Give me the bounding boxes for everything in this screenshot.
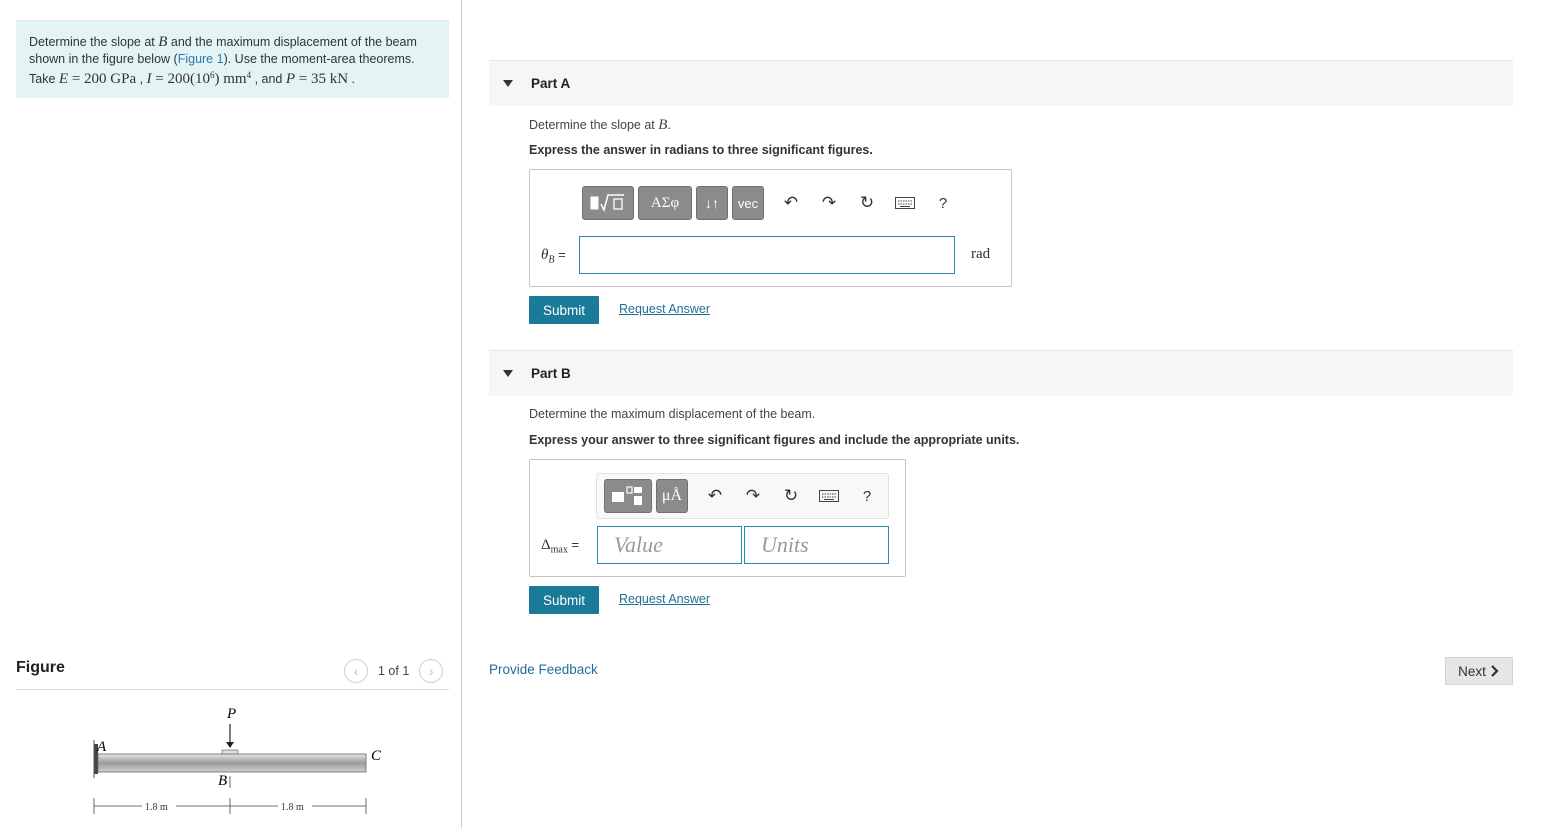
- beam: [97, 753, 367, 773]
- problem-statement: Determine the slope at B and the maximum…: [16, 20, 449, 98]
- part-b-header[interactable]: Part B: [489, 350, 1513, 396]
- figure-title: Figure: [16, 659, 65, 676]
- help-icon[interactable]: ?: [852, 481, 882, 511]
- part-a-answer-box: ΑΣφ ↓↑ vec ↶ ↷ ↻ ? θB = rad: [529, 169, 1012, 287]
- problem-line-3: Take E = 200 GPa , I = 200(106) mm4 , an…: [29, 70, 356, 88]
- chevron-right-icon[interactable]: ›: [419, 659, 444, 683]
- label-A: A: [96, 739, 107, 755]
- provide-feedback-link[interactable]: Provide Feedback: [489, 662, 598, 677]
- label-P: P: [226, 706, 236, 722]
- part-b-submit-button[interactable]: Submit: [529, 586, 599, 614]
- figure-divider: [16, 689, 449, 690]
- part-a-request-answer-link[interactable]: Request Answer: [619, 302, 710, 316]
- undo-icon[interactable]: ↶: [776, 188, 806, 218]
- chevron-right-icon: [1491, 665, 1499, 677]
- value-units-template-icon[interactable]: [604, 479, 652, 513]
- column-divider: [461, 0, 462, 828]
- redo-icon[interactable]: ↷: [814, 188, 844, 218]
- slope-answer-input[interactable]: [579, 236, 955, 274]
- next-button[interactable]: Next: [1445, 657, 1513, 685]
- beam-figure: P A B C 1.8 m 1.8 m: [93, 706, 382, 814]
- vector-button[interactable]: vec: [732, 186, 764, 220]
- sub-super-button[interactable]: ↓↑: [696, 186, 728, 220]
- chevron-left-icon[interactable]: ‹: [344, 659, 368, 683]
- problem-line-2: shown in the figure below (Figure 1). Us…: [29, 51, 415, 66]
- figure-count: 1 of 1: [378, 664, 410, 678]
- template-icon[interactable]: [582, 186, 634, 220]
- collapse-triangle-icon: [503, 370, 513, 377]
- label-C: C: [371, 748, 382, 764]
- part-a-submit-button[interactable]: Submit: [529, 296, 599, 324]
- undo-icon[interactable]: ↶: [700, 481, 730, 511]
- theta-b-label: θB =: [541, 247, 566, 266]
- keyboard-icon[interactable]: [890, 188, 920, 218]
- part-a-instruction: Express the answer in radians to three s…: [529, 143, 873, 157]
- part-a-question: Determine the slope at B.: [529, 117, 671, 133]
- part-b-toolbar: μÅ ↶ ↷ ↻ ?: [604, 479, 882, 513]
- greek-letters-button[interactable]: ΑΣφ: [638, 186, 692, 220]
- part-b-label: Part B: [531, 366, 571, 381]
- part-a-toolbar: ΑΣφ ↓↑ vec ↶ ↷ ↻ ?: [582, 186, 958, 220]
- units-input[interactable]: Units: [744, 526, 889, 564]
- dim-label-2: 1.8 m: [281, 802, 304, 813]
- problem-line-1: Determine the slope at B and the maximum…: [29, 34, 417, 50]
- figure-link[interactable]: Figure 1: [178, 52, 224, 66]
- part-b-question: Determine the maximum displacement of th…: [529, 407, 816, 421]
- dim-label-1: 1.8 m: [145, 802, 168, 813]
- reset-icon[interactable]: ↻: [776, 481, 806, 511]
- next-label: Next: [1458, 663, 1486, 679]
- units-button[interactable]: μÅ: [656, 479, 688, 513]
- label-B: B: [218, 773, 227, 789]
- help-icon[interactable]: ?: [928, 188, 958, 218]
- delta-max-label: Δmax =: [541, 537, 580, 556]
- value-input[interactable]: Value: [597, 526, 742, 564]
- part-b-instruction: Express your answer to three significant…: [529, 433, 1020, 447]
- load-plate: [221, 749, 239, 755]
- redo-icon[interactable]: ↷: [738, 481, 768, 511]
- part-a-header[interactable]: Part A: [489, 60, 1513, 106]
- part-b-request-answer-link[interactable]: Request Answer: [619, 592, 710, 606]
- load-arrow-head: [226, 742, 234, 748]
- unit-label: rad: [971, 246, 991, 262]
- part-b-answer-box: μÅ ↶ ↷ ↻ ? Δmax = Value Units: [529, 459, 906, 577]
- keyboard-icon[interactable]: [814, 481, 844, 511]
- part-a-label: Part A: [531, 76, 571, 91]
- reset-icon[interactable]: ↻: [852, 188, 882, 218]
- figure-pager: ‹ 1 of 1 ›: [344, 659, 444, 683]
- collapse-triangle-icon: [503, 80, 513, 87]
